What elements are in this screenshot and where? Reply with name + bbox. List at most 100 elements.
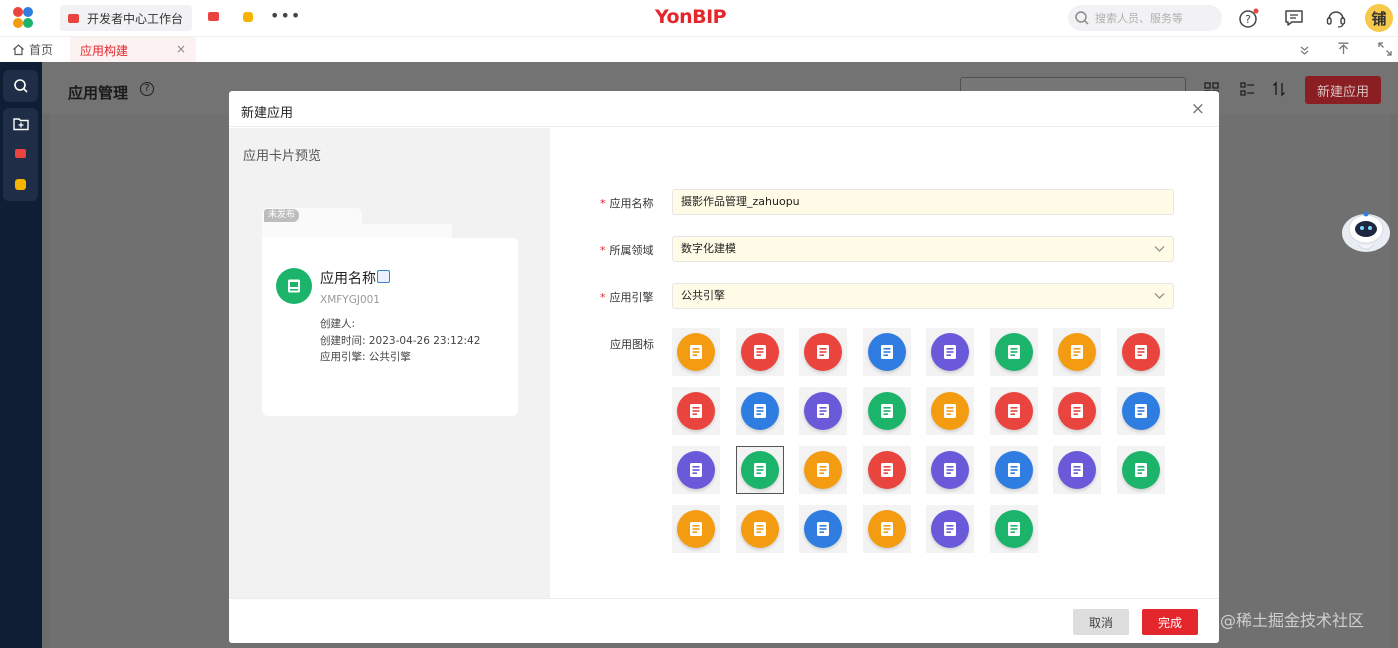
icon-option[interactable]: [799, 446, 847, 494]
new-app-button[interactable]: 新建应用: [1305, 76, 1381, 104]
icon-option[interactable]: [1116, 387, 1165, 435]
icon-option[interactable]: [1053, 387, 1101, 435]
customer-service-icon[interactable]: [1325, 7, 1347, 29]
icon-option[interactable]: [989, 328, 1038, 376]
icon-option[interactable]: [989, 446, 1038, 494]
confirm-button[interactable]: 完成: [1142, 609, 1198, 635]
watermark: @稀土掘金技术社区: [1220, 611, 1365, 630]
app-type-icon: [377, 270, 390, 283]
icon-option[interactable]: [862, 505, 911, 553]
tab-app-build[interactable]: 应用构建 ×: [70, 37, 196, 63]
chevron-double-down-icon[interactable]: [1299, 45, 1310, 56]
icon-option[interactable]: [672, 328, 720, 376]
icon-option[interactable]: [735, 328, 784, 376]
icon-option[interactable]: [1053, 446, 1101, 494]
folder-add-icon[interactable]: [13, 116, 29, 131]
top-bar: 开发者中心工作台 ••• YonBIP 搜索人员、服务等 ? 铺: [0, 0, 1398, 36]
card-engine: 应用引擎: 公共引擎: [320, 351, 411, 363]
icon-option[interactable]: [735, 387, 784, 435]
icon-option[interactable]: [926, 505, 974, 553]
document-icon: [817, 345, 829, 359]
document-icon: [690, 463, 702, 477]
rail-search-button[interactable]: [3, 70, 38, 102]
dialog-header: 新建应用 ×: [229, 91, 1219, 127]
preview-title: 应用卡片预览: [243, 149, 322, 164]
icon-option[interactable]: [735, 505, 784, 553]
app-shortcut-icon[interactable]: [15, 149, 26, 158]
help-notification-icon[interactable]: ?: [1238, 7, 1260, 29]
tab-home[interactable]: 首页: [12, 41, 53, 58]
workbench-tab[interactable]: 开发者中心工作台: [60, 5, 192, 31]
app-icon: [740, 333, 779, 371]
sort-icon[interactable]: [1272, 81, 1286, 97]
document-icon: [1007, 463, 1020, 477]
document-icon: [1134, 345, 1147, 359]
tab-app-build-label: 应用构建: [80, 43, 129, 58]
avatar[interactable]: 铺: [1365, 4, 1393, 32]
app-icon: [1121, 392, 1160, 430]
icon-option[interactable]: [799, 505, 847, 553]
card-app-code: XMFYGJ001: [320, 294, 380, 306]
dialog-title: 新建应用: [241, 106, 294, 121]
close-icon[interactable]: ×: [1191, 99, 1205, 119]
app-icon: [804, 392, 842, 430]
app-shortcut-icon[interactable]: [15, 179, 26, 190]
app-shortcut-icon[interactable]: [243, 12, 253, 22]
app-icon: [1121, 451, 1160, 489]
new-app-dialog: 新建应用 × 应用卡片预览 未发布 应用名称 XMFYGJ001 创建人: 创建…: [229, 91, 1219, 643]
fullscreen-icon[interactable]: [1378, 42, 1392, 56]
icon-option[interactable]: [672, 446, 720, 494]
app-icon: [994, 392, 1033, 430]
icon-option[interactable]: [1116, 446, 1165, 494]
app-card-preview: 应用名称 XMFYGJ001 创建人: 创建时间: 2023-04-26 23:…: [262, 238, 518, 416]
domain-select[interactable]: 数字化建模: [672, 236, 1174, 262]
icon-option[interactable]: [926, 328, 974, 376]
app-icon: [276, 268, 312, 304]
document-icon: [1134, 463, 1147, 477]
list-view-icon[interactable]: [1240, 82, 1255, 97]
document-icon: [1007, 522, 1020, 536]
icon-option[interactable]: [862, 328, 911, 376]
close-tab-icon[interactable]: ×: [176, 42, 186, 56]
assistant-robot-icon[interactable]: [1338, 207, 1394, 259]
help-icon[interactable]: ?: [140, 82, 154, 96]
document-icon: [880, 404, 893, 418]
icon-option[interactable]: [672, 505, 720, 553]
more-icon[interactable]: •••: [270, 6, 301, 25]
app-icon: [1058, 451, 1096, 489]
icon-option[interactable]: [799, 387, 847, 435]
icon-option[interactable]: [1116, 328, 1165, 376]
app-icon: [677, 451, 715, 489]
app-icon: [994, 451, 1033, 489]
upload-icon[interactable]: [1337, 42, 1350, 57]
card-creator: 创建人:: [320, 318, 356, 330]
app-icon: [740, 510, 779, 548]
domain-select-value: 数字化建模: [681, 242, 736, 255]
document-icon: [944, 522, 956, 536]
icon-option[interactable]: [862, 387, 911, 435]
global-search-input[interactable]: 搜索人员、服务等: [1068, 5, 1222, 31]
icon-option[interactable]: [989, 505, 1038, 553]
document-icon: [880, 522, 893, 536]
status-badge: 未发布: [264, 209, 300, 222]
message-icon[interactable]: [1283, 7, 1305, 29]
app-shortcut-icon[interactable]: [208, 12, 219, 21]
app-icon: [740, 451, 779, 489]
icon-option[interactable]: [672, 387, 720, 435]
icon-option[interactable]: [862, 446, 911, 494]
icon-option[interactable]: [1053, 328, 1101, 376]
engine-select[interactable]: 公共引擎: [672, 283, 1174, 309]
icon-option[interactable]: [989, 387, 1038, 435]
required-mark: *: [600, 197, 606, 210]
yonyou-logo-icon[interactable]: [12, 7, 34, 29]
icon-option[interactable]: [926, 387, 974, 435]
domain-label-text: 所属领域: [609, 244, 654, 257]
app-icon: [931, 392, 969, 430]
icon-option[interactable]: [799, 328, 847, 376]
cancel-button[interactable]: 取消: [1073, 609, 1129, 635]
app-icon: [867, 451, 906, 489]
icon-option[interactable]: [926, 446, 974, 494]
app-name-input[interactable]: 摄影作品管理_zahuopu: [672, 189, 1174, 215]
icon-option[interactable]: [735, 446, 784, 494]
brand-logo: YonBIP: [655, 6, 727, 28]
